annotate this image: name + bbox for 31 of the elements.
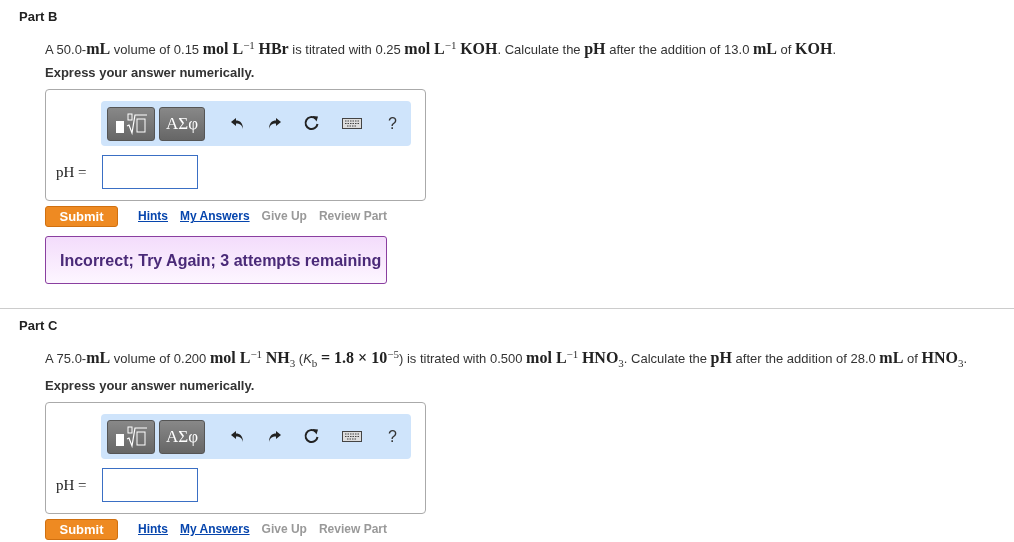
part-title: Part C bbox=[19, 318, 58, 334]
symbols-button[interactable]: ΑΣφ bbox=[159, 106, 205, 141]
part-title: Part B bbox=[19, 9, 58, 24]
question-text: A 75.0-mL volume of 0.200 mol L$^{−1}$ NH$_{3}$ (K$_{b}$ = 1.8 × 10$^{−5}$) is titrated with 0.500 mol L$^{−1}$ HNO$_{3}$. Calculate the pH after the addition of 28.0 mL of HNO$_{3}$. bbox=[45, 347, 967, 372]
undo-icon[interactable] bbox=[231, 429, 245, 444]
keyboard-icon[interactable] bbox=[342, 118, 362, 130]
action-link[interactable]: Hints bbox=[138, 522, 168, 538]
reset-icon[interactable] bbox=[303, 428, 320, 446]
answer-label: pH = bbox=[56, 164, 88, 180]
answer-label: pH = bbox=[56, 477, 88, 493]
instruction-text: Express your answer numerically. bbox=[45, 378, 255, 394]
redo-icon[interactable] bbox=[267, 429, 281, 444]
action-link[interactable]: Hints bbox=[138, 209, 168, 225]
action-link[interactable]: My Answers bbox=[180, 522, 250, 538]
action-link[interactable]: My Answers bbox=[180, 209, 250, 225]
answer-field[interactable] bbox=[102, 468, 198, 503]
symbols-button[interactable]: ΑΣφ bbox=[159, 419, 205, 454]
help-button[interactable]: ? bbox=[388, 427, 397, 446]
question-text: A 50.0-mL volume of 0.15 mol L$^{−1}$ HBr is titrated with 0.25 mol L$^{−1}$ KOH. Calculate the pH after the addition of 13.0 mL of KOH. bbox=[45, 38, 837, 60]
redo-icon[interactable] bbox=[267, 116, 281, 131]
answer-field[interactable] bbox=[102, 155, 198, 190]
templates-button[interactable] bbox=[107, 106, 155, 141]
instruction-text: Express your answer numerically. bbox=[45, 65, 255, 81]
submit-button[interactable]: Submit bbox=[45, 206, 118, 228]
reset-icon[interactable] bbox=[303, 115, 320, 133]
help-button[interactable]: ? bbox=[388, 114, 397, 133]
templates-button[interactable] bbox=[107, 419, 155, 454]
undo-icon[interactable] bbox=[231, 116, 245, 131]
submit-button[interactable]: Submit bbox=[45, 519, 118, 541]
keyboard-icon[interactable] bbox=[342, 431, 362, 443]
feedback-message: Incorrect; Try Again; 3 attempts remaining bbox=[45, 236, 387, 285]
